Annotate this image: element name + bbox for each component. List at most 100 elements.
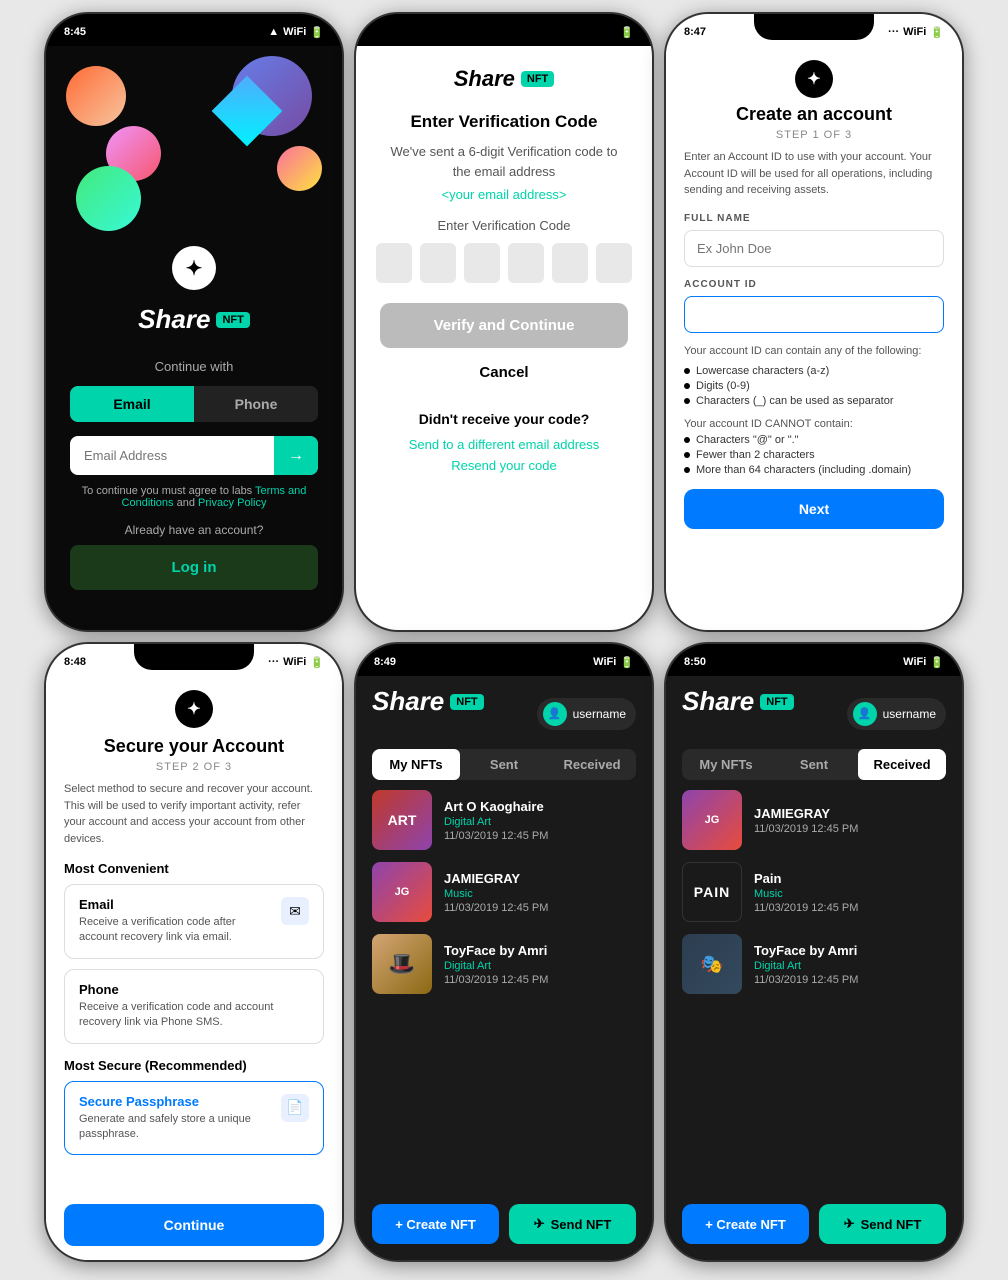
status-icons-2: ··· WiFi 🔋 [578,26,634,39]
cancel-button[interactable]: Cancel [479,364,528,381]
phone6-share: Share [682,686,754,717]
send-nft-button-5[interactable]: ✈ Send NFT [509,1204,636,1244]
tab-email[interactable]: Email [70,386,194,422]
share-nft-logo: Share NFT [138,304,250,335]
nft-thumb-r2: 🎭 [682,934,742,994]
create-account-screen: ✦ Create an account STEP 1 OF 3 Enter an… [666,46,962,630]
user-avatar-6[interactable]: 👤 username [847,698,946,730]
phone-received-nfts: 8:50 WiFi 🔋 Share NFT 👤 username [664,642,964,1262]
time-2: 8:46 [374,26,396,38]
nft-info-1: JAMIEGRAY Music 11/03/2019 12:45 PM [444,871,548,914]
time-4: 8:48 [64,656,86,668]
rule-fewer: Fewer than 2 characters [684,449,944,461]
option-phone-text: Phone Receive a verification code and ac… [79,982,309,1031]
rule-dot [684,383,690,389]
tab-sent-5[interactable]: Sent [460,749,548,780]
phone3-content: ✦ Create an account STEP 1 OF 3 Enter an… [666,46,962,630]
send-nft-button-6[interactable]: ✈ Send NFT [819,1204,946,1244]
action-btns-6: + Create NFT ✈ Send NFT [666,1194,962,1260]
terms-text: To continue you must agree to labs Terms… [70,485,318,509]
nft-item-1[interactable]: JG JAMIEGRAY Music 11/03/2019 12:45 PM [372,862,636,922]
nft-info-r0: JAMIEGRAY 11/03/2019 12:45 PM [754,806,858,835]
privacy-link[interactable]: Privacy Policy [198,497,266,509]
rule-separator: Characters (_) can be used as separator [684,395,944,407]
code-box-5[interactable] [552,243,588,283]
phone-create-account: 8:47 ··· WiFi 🔋 ✦ Create an account STEP… [664,12,964,632]
tab-my-nfts-6[interactable]: My NFTs [682,749,770,780]
phone6-logo: Share NFT [682,686,794,717]
option-passphrase[interactable]: Secure Passphrase Generate and safely st… [64,1081,324,1156]
email-input[interactable] [70,436,274,475]
nft-info-r1: Pain Music 11/03/2019 12:45 PM [754,871,858,914]
tab-my-nfts-5[interactable]: My NFTs [372,749,460,780]
user-avatar-5[interactable]: 👤 username [537,698,636,730]
most-convenient-label: Most Convenient [64,861,324,876]
rule-dot [684,437,690,443]
account-id-input[interactable] [684,296,944,333]
create-nft-button-5[interactable]: + Create NFT [372,1204,499,1244]
phone5-header: Share NFT 👤 username [356,676,652,749]
phone-notch-6 [754,644,874,670]
nft-list-6: JG JAMIEGRAY 11/03/2019 12:45 PM PAIN [666,790,962,1194]
login-button[interactable]: Log in [70,545,318,590]
option-phone[interactable]: Phone Receive a verification code and ac… [64,969,324,1044]
tab-phone[interactable]: Phone [194,386,318,422]
rules-cannot-title: Your account ID CANNOT contain: [684,418,944,430]
code-box-1[interactable] [376,243,412,283]
create-desc: Enter an Account ID to use with your acc… [684,149,944,199]
nft-item-0[interactable]: ART Art O Kaoghaire Digital Art 11/03/20… [372,790,636,850]
nft-item-r0[interactable]: JG JAMIEGRAY 11/03/2019 12:45 PM [682,790,946,850]
rules-intro: Your account ID can contain any of the f… [684,345,944,357]
nft-item-r1[interactable]: PAIN Pain Music 11/03/2019 12:45 PM [682,862,946,922]
code-box-6[interactable] [596,243,632,283]
secure-account-screen: ✦ Secure your Account STEP 2 OF 3 Select… [46,676,342,1260]
next-button[interactable]: Next [684,489,944,529]
phone1-content: ✦ Share NFT Continue with Email Phone → [46,46,342,630]
username-6: username [883,707,936,721]
create-nft-button-6[interactable]: + Create NFT [682,1204,809,1244]
phone5-content: Share NFT 👤 username My NFTs Sent Receiv… [356,676,652,1260]
phone4-logo-icon: ✦ [175,690,213,728]
rule-dot [684,467,690,473]
tab-received-6[interactable]: Received [858,749,946,780]
tab-sent-6[interactable]: Sent [770,749,858,780]
rules-cannot-list: Characters "@" or "." Fewer than 2 chara… [684,434,944,479]
nft-thumb-2: 🎩 [372,934,432,994]
status-icons-5: WiFi 🔋 [593,656,634,669]
email-submit-arrow[interactable]: → [274,436,318,475]
nft-item-r2[interactable]: 🎭 ToyFace by Amri Digital Art 11/03/2019… [682,934,946,994]
phone-notch-2 [444,14,564,40]
phone3-logo-icon: ✦ [795,60,833,98]
nft-thumb-r0: JG [682,790,742,850]
code-box-2[interactable] [420,243,456,283]
option-email[interactable]: Email Receive a verification code after … [64,884,324,959]
email-input-row: → [70,436,318,475]
code-box-3[interactable] [464,243,500,283]
full-name-input[interactable] [684,230,944,267]
nft-item-2[interactable]: 🎩 ToyFace by Amri Digital Art 11/03/2019… [372,934,636,994]
phone2-content: Share NFT Enter Verification Code We've … [356,46,652,630]
status-icons-4: ··· WiFi 🔋 [268,656,324,669]
login-screen: ✦ Share NFT Continue with Email Phone → [46,46,342,630]
continue-with: Continue with [155,359,234,374]
send-different-link[interactable]: Send to a different email address [409,437,600,452]
option-email-icon: ✉ [281,897,309,925]
code-label: Enter Verification Code [438,218,571,233]
share-text: Share [138,304,210,335]
full-name-label: FULL NAME [684,213,944,224]
secure-desc: Select method to secure and recover your… [64,781,324,847]
nft-tabs-6: My NFTs Sent Received [682,749,946,780]
rule-more-than: More than 64 characters (including .doma… [684,464,944,476]
auth-tab-row: Email Phone [70,386,318,422]
resend-link[interactable]: Resend your code [451,458,557,473]
verify-button[interactable]: Verify and Continue [380,303,628,348]
nft-bubbles [46,46,342,286]
phone5-logo: Share NFT [372,686,484,717]
tab-received-5[interactable]: Received [548,749,636,780]
phone6-content: Share NFT 👤 username My NFTs Sent Receiv… [666,676,962,1260]
time-1: 8:45 [64,26,86,38]
status-icons-6: WiFi 🔋 [903,656,944,669]
code-box-4[interactable] [508,243,544,283]
nft-info-0: Art O Kaoghaire Digital Art 11/03/2019 1… [444,799,548,842]
continue-button[interactable]: Continue [64,1204,324,1246]
